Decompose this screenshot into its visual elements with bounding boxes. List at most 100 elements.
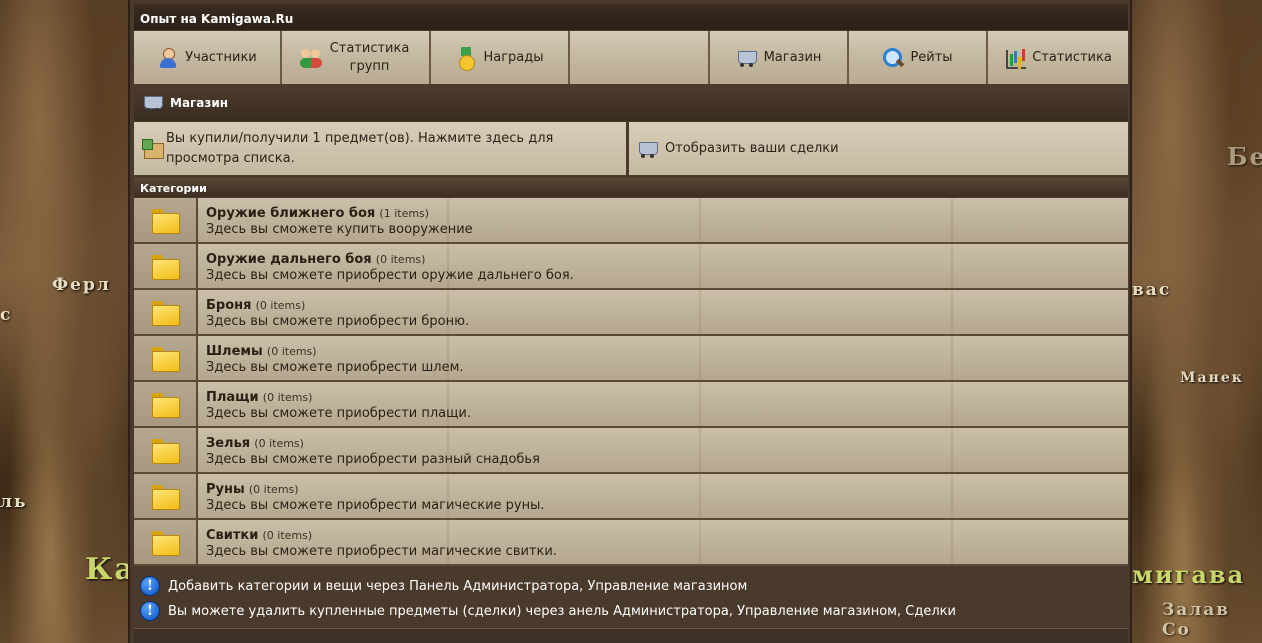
category-icon-cell — [134, 474, 198, 518]
category-icon-cell — [134, 198, 198, 242]
category-row[interactable]: Шлемы (0 items) Здесь вы сможете приобре… — [134, 336, 1128, 382]
category-icon-cell — [134, 520, 198, 564]
info-icon — [140, 576, 160, 596]
nav-label: Награды — [483, 49, 544, 65]
category-description: Здесь вы сможете купить вооружение — [206, 222, 473, 237]
folder-icon — [152, 347, 180, 372]
category-description: Здесь вы сможете приобрести шлем. — [206, 360, 464, 375]
nav-label: Статистика — [1032, 49, 1112, 65]
categories-header: Категории — [134, 178, 1128, 197]
group-icon — [299, 47, 322, 69]
category-description: Здесь вы сможете приобрести магические р… — [206, 498, 545, 513]
admin-note-text: Вы можете удалить купленные предметы (сд… — [168, 603, 956, 619]
category-row[interactable]: Броня (0 items) Здесь вы сможете приобре… — [134, 290, 1128, 336]
category-count: (0 items) — [375, 253, 426, 266]
nav-label: Магазин — [763, 49, 822, 65]
folder-icon — [152, 209, 180, 234]
category-name[interactable]: Плащи — [206, 390, 259, 405]
folder-icon — [152, 255, 180, 280]
category-row[interactable]: Оружие ближнего боя (1 items) Здесь вы с… — [134, 198, 1128, 244]
category-name[interactable]: Зелья — [206, 436, 250, 451]
shop-actions: Вы купили/получили 1 предмет(ов). Нажмит… — [134, 122, 1128, 175]
package-icon — [142, 138, 164, 160]
category-icon-cell — [134, 244, 198, 288]
category-icon-cell — [134, 428, 198, 472]
nav-label: Рейты — [910, 49, 953, 65]
map-label: Манек — [1180, 370, 1244, 386]
map-label: с — [0, 305, 13, 325]
category-row[interactable]: Оружие дальнего боя (0 items) Здесь вы с… — [134, 244, 1128, 290]
category-list: Оружие ближнего боя (1 items) Здесь вы с… — [134, 198, 1128, 566]
category-count: (0 items) — [254, 437, 304, 450]
map-label: мигава — [1132, 560, 1246, 589]
page-title: Опыт на Kamigawa.Ru — [134, 4, 1128, 30]
category-description: Здесь вы сможете приобрести плащи. — [206, 406, 471, 421]
category-count: (0 items) — [266, 345, 317, 358]
section-header: Магазин — [134, 85, 1128, 121]
folder-icon — [152, 301, 180, 326]
category-count: (1 items) — [379, 207, 430, 220]
category-description: Здесь вы сможете приобрести разный снадо… — [206, 452, 540, 467]
category-name[interactable]: Броня — [206, 298, 251, 313]
category-count: (0 items) — [248, 483, 299, 496]
category-count: (0 items) — [262, 529, 313, 542]
nav-stats[interactable]: Статистика — [988, 31, 1128, 84]
category-icon-cell — [134, 382, 198, 426]
nav-label: Статистика групп — [329, 40, 410, 74]
category-info: Руны (0 items) Здесь вы сможете приобрес… — [198, 474, 1128, 518]
bottom-divider — [134, 628, 1128, 643]
search-icon — [882, 47, 904, 69]
info-icon — [140, 601, 160, 621]
forum-board: Опыт на Kamigawa.Ru Участники Статистика… — [128, 0, 1132, 643]
category-info: Броня (0 items) Здесь вы сможете приобре… — [198, 290, 1128, 334]
nav-label: Участники — [185, 49, 257, 65]
map-label: Залав Со — [1162, 600, 1231, 640]
admin-note: Вы можете удалить купленные предметы (сд… — [140, 599, 1122, 623]
admin-note-text: Добавить категории и вещи через Панель А… — [168, 578, 748, 594]
purchased-items-text: Вы купили/получили 1 предмет(ов). Нажмит… — [166, 130, 554, 166]
folder-icon — [152, 485, 180, 510]
category-info: Шлемы (0 items) Здесь вы сможете приобре… — [198, 336, 1128, 380]
folder-icon — [152, 439, 180, 464]
nav-rates[interactable]: Рейты — [849, 31, 988, 84]
category-name[interactable]: Оружие дальнего боя — [206, 252, 372, 267]
category-name[interactable]: Свитки — [206, 528, 258, 543]
nav-group-stats[interactable]: Статистика групп — [282, 31, 431, 84]
category-info: Плащи (0 items) Здесь вы сможете приобре… — [198, 382, 1128, 426]
nav-members[interactable]: Участники — [134, 31, 282, 84]
category-icon-cell — [134, 290, 198, 334]
category-name[interactable]: Руны — [206, 482, 245, 497]
cart-icon — [142, 92, 164, 114]
category-info: Свитки (0 items) Здесь вы сможете приобр… — [198, 520, 1128, 564]
category-row[interactable]: Руны (0 items) Здесь вы сможете приобрес… — [134, 474, 1128, 520]
map-label: ль — [0, 492, 28, 512]
chart-icon — [1004, 47, 1027, 69]
nav-awards[interactable]: Награды — [431, 31, 570, 84]
cart-icon — [637, 138, 659, 160]
show-deals-text: Отобразить ваши сделки — [665, 140, 839, 156]
show-deals-link[interactable]: Отобразить ваши сделки — [629, 122, 1128, 175]
category-icon-cell — [134, 336, 198, 380]
nav-shop[interactable]: Магазин — [710, 31, 849, 84]
category-row[interactable]: Плащи (0 items) Здесь вы сможете приобре… — [134, 382, 1128, 428]
purchased-items-link[interactable]: Вы купили/получили 1 предмет(ов). Нажмит… — [134, 122, 629, 175]
nav-empty — [570, 31, 710, 84]
category-count: (0 items) — [255, 299, 306, 312]
category-info: Оружие дальнего боя (0 items) Здесь вы с… — [198, 244, 1128, 288]
map-label: вас — [1132, 280, 1172, 300]
admin-note: Добавить категории и вещи через Панель А… — [140, 574, 1122, 598]
category-row[interactable]: Зелья (0 items) Здесь вы сможете приобре… — [134, 428, 1128, 474]
category-row[interactable]: Свитки (0 items) Здесь вы сможете приобр… — [134, 520, 1128, 566]
category-description: Здесь вы сможете приобрести оружие дальн… — [206, 268, 574, 283]
category-info: Оружие ближнего боя (1 items) Здесь вы с… — [198, 198, 1128, 242]
category-count: (0 items) — [262, 391, 313, 404]
cart-icon — [736, 47, 758, 69]
user-icon — [157, 47, 179, 69]
background-map-right: Бе вас Манек мигава Залав Со — [1132, 0, 1262, 643]
map-label: Ферл — [52, 275, 111, 295]
category-description: Здесь вы сможете приобрести броню. — [206, 314, 470, 329]
folder-icon — [152, 393, 180, 418]
category-name[interactable]: Шлемы — [206, 344, 263, 359]
category-name[interactable]: Оружие ближнего боя — [206, 206, 375, 221]
admin-notes: Добавить категории и вещи через Панель А… — [134, 568, 1128, 628]
